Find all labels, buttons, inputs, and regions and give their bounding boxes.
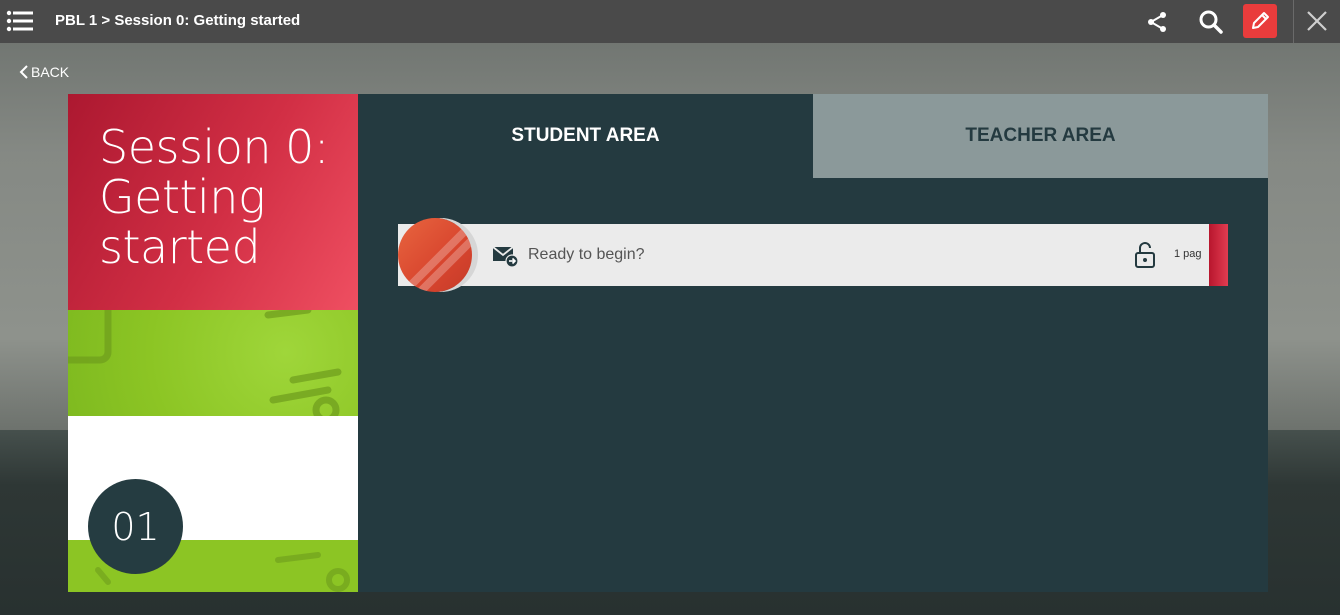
tab-student-area[interactable]: STUDENT AREA bbox=[358, 94, 813, 178]
cover-illustration bbox=[68, 310, 342, 416]
session-card: Session 0: Getting started 01 STUDENT AR… bbox=[68, 94, 1268, 592]
session-title: Session 0: Getting started bbox=[99, 120, 329, 274]
share-icon[interactable] bbox=[1145, 10, 1169, 34]
list-menu-icon[interactable] bbox=[6, 10, 34, 32]
activity-item[interactable]: Ready to begin? 1 pag bbox=[398, 218, 1228, 292]
search-icon[interactable] bbox=[1198, 9, 1224, 35]
top-bar: PBL 1 > Session 0: Getting started bbox=[0, 0, 1340, 43]
activity-status-bar bbox=[1209, 224, 1228, 286]
cover-image-top bbox=[68, 310, 358, 416]
activity-thumbnail bbox=[398, 218, 472, 292]
title-block: Session 0: Getting started bbox=[68, 94, 358, 310]
mail-arrow-icon bbox=[492, 246, 519, 268]
edit-button[interactable] bbox=[1243, 4, 1277, 38]
tab-teacher-area[interactable]: TEACHER AREA bbox=[813, 94, 1268, 178]
activity-page-count: 1 pag bbox=[1174, 248, 1202, 260]
unlock-icon bbox=[1135, 242, 1155, 268]
pencil-icon bbox=[1252, 12, 1269, 29]
close-icon[interactable] bbox=[1305, 9, 1329, 33]
session-cover: Session 0: Getting started 01 bbox=[68, 94, 358, 592]
chevron-left-icon bbox=[19, 65, 28, 79]
content-panel: STUDENT AREA TEACHER AREA Ready to begin… bbox=[358, 94, 1268, 592]
back-label: BACK bbox=[31, 64, 70, 80]
back-link[interactable]: BACK bbox=[19, 64, 69, 80]
session-number-badge: 01 bbox=[88, 479, 183, 574]
activity-title: Ready to begin? bbox=[528, 246, 645, 263]
topbar-divider bbox=[1293, 0, 1294, 43]
breadcrumb: PBL 1 > Session 0: Getting started bbox=[55, 12, 301, 29]
